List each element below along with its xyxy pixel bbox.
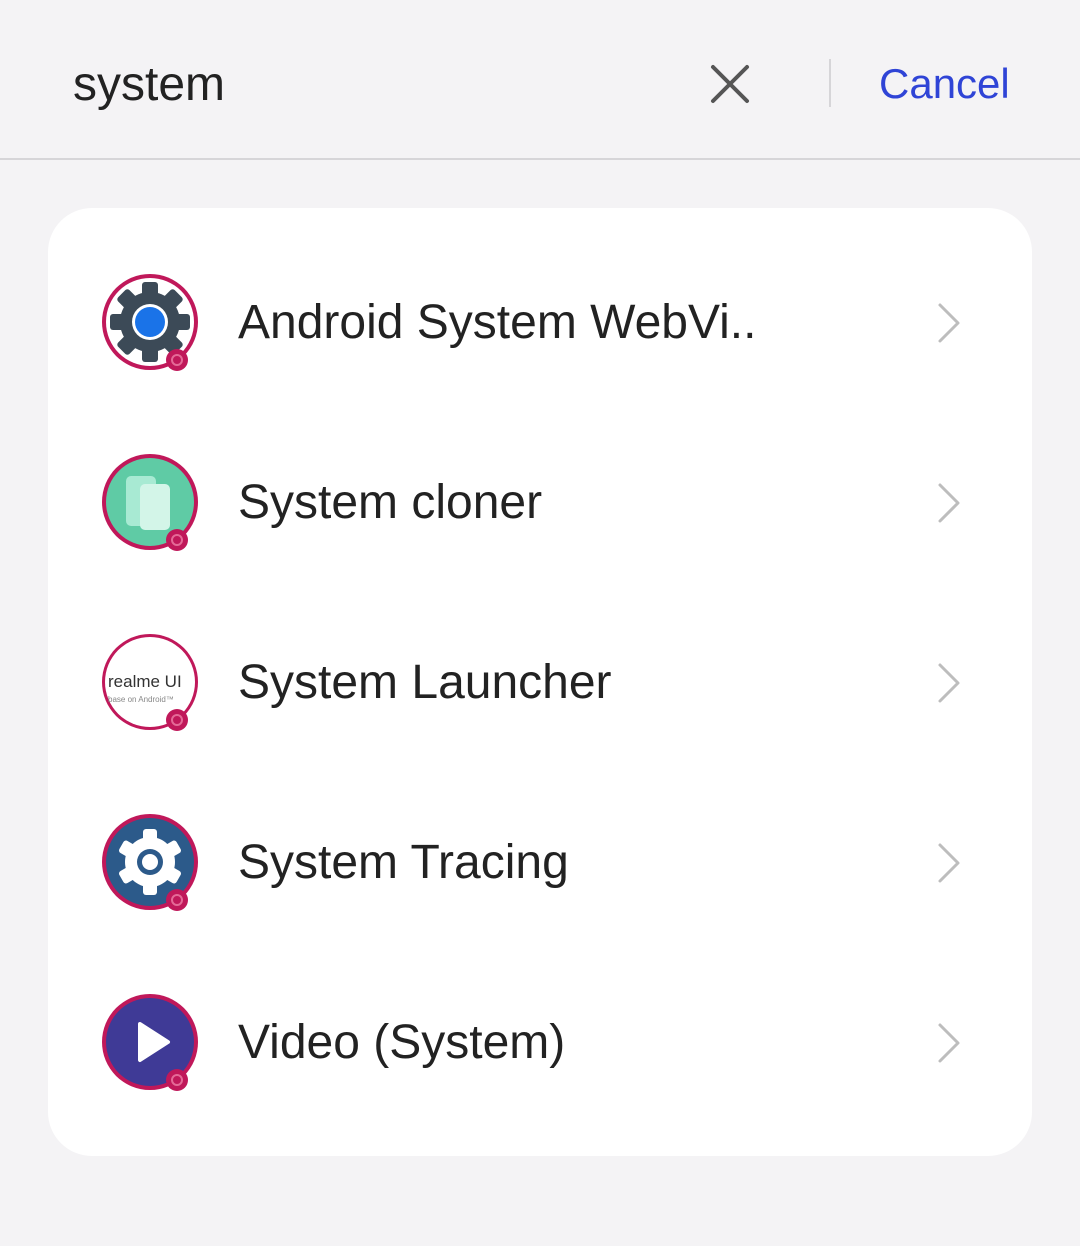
search-input[interactable]	[73, 52, 673, 116]
result-item-android-system-webview[interactable]: Android System WebVi..	[48, 208, 1032, 388]
cloner-icon	[102, 454, 198, 551]
result-item-system-cloner[interactable]: System cloner	[48, 388, 1032, 568]
search-divider	[829, 59, 831, 107]
video-play-icon	[102, 994, 198, 1091]
result-item-label: System Tracing	[238, 836, 569, 889]
result-item-video-system[interactable]: Video (System)	[48, 928, 1032, 1108]
result-item-label: Android System WebVi..	[238, 296, 757, 349]
realme-ui-icon-subtext: base on Android™	[108, 695, 174, 704]
result-item-label: Video (System)	[238, 1016, 566, 1069]
webview-gear-icon	[102, 274, 198, 371]
chevron-right-icon	[938, 843, 960, 883]
search-results-card: Android System WebVi.. System cloner rea…	[48, 208, 1032, 1156]
cancel-button[interactable]: Cancel	[879, 58, 1010, 110]
chevron-right-icon	[938, 303, 960, 343]
result-item-label: System Launcher	[238, 656, 612, 709]
realme-ui-icon: realme UI base on Android™	[102, 634, 198, 731]
tracing-gear-icon	[102, 814, 198, 911]
realme-ui-icon-text: realme UI	[108, 672, 182, 691]
chevron-right-icon	[938, 1023, 960, 1063]
chevron-right-icon	[938, 483, 960, 523]
result-item-system-tracing[interactable]: System Tracing	[48, 748, 1032, 928]
search-bar: Cancel	[0, 0, 1080, 160]
chevron-right-icon	[938, 663, 960, 703]
clear-search-button[interactable]	[700, 55, 760, 115]
close-icon	[711, 65, 749, 103]
result-item-system-launcher[interactable]: realme UI base on Android™ System Launch…	[48, 568, 1032, 748]
result-item-label: System cloner	[238, 476, 543, 529]
